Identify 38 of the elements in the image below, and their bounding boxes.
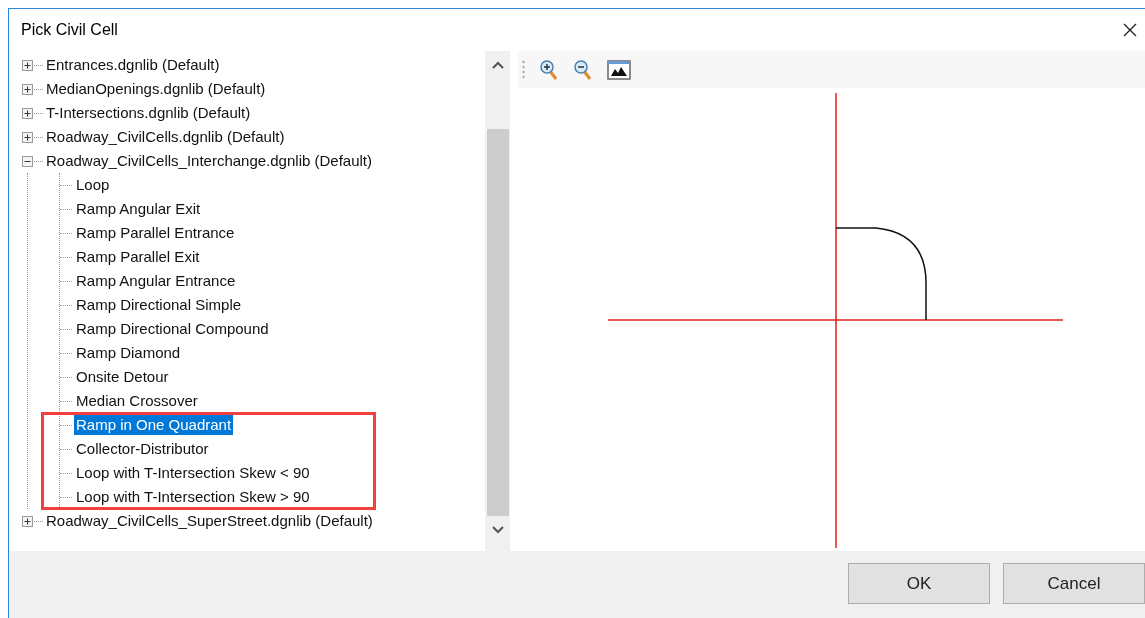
tree-item[interactable]: Roadway_CivilCells_Interchange.dgnlib (Default): [44, 151, 374, 171]
collapse-icon[interactable]: [22, 155, 33, 167]
tree-item[interactable]: T-Intersections.dgnlib (Default): [44, 103, 253, 123]
tree-item[interactable]: Loop with T-Intersection Skew < 90: [74, 463, 312, 483]
tree-item[interactable]: Onsite Detour: [74, 367, 171, 387]
scroll-up-icon[interactable]: [491, 61, 504, 69]
fit-view-icon[interactable]: [607, 59, 631, 80]
tree-item[interactable]: MedianOpenings.dgnlib (Default): [44, 79, 268, 99]
zoom-out-icon[interactable]: [573, 58, 593, 81]
tree-item[interactable]: Ramp Angular Entrance: [74, 271, 238, 291]
close-icon[interactable]: [1123, 23, 1137, 37]
tree-item[interactable]: Ramp Parallel Exit: [74, 247, 202, 267]
tree-item[interactable]: Ramp Diamond: [74, 343, 183, 363]
tree-item[interactable]: Loop: [74, 175, 112, 195]
ok-button[interactable]: OK: [848, 563, 990, 604]
expand-icon[interactable]: [22, 83, 33, 95]
expand-icon[interactable]: [22, 131, 33, 143]
expand-icon[interactable]: [22, 515, 33, 527]
expand-icon[interactable]: [22, 107, 33, 119]
tree-item[interactable]: Loop with T-Intersection Skew > 90: [74, 487, 312, 507]
tree-item[interactable]: Entrances.dgnlib (Default): [44, 55, 222, 75]
scroll-down-icon[interactable]: [491, 526, 504, 534]
tree-item[interactable]: Ramp Directional Compound: [74, 319, 271, 339]
scrollbar-thumb[interactable]: [486, 129, 509, 516]
grip-icon: [522, 59, 525, 80]
zoom-in-icon[interactable]: [539, 58, 559, 81]
tree-item[interactable]: Median Crossover: [74, 391, 200, 411]
tree-item[interactable]: Roadway_CivilCells.dgnlib (Default): [44, 127, 287, 147]
expand-icon[interactable]: [22, 59, 33, 71]
tree-item[interactable]: Ramp Angular Exit: [74, 199, 203, 219]
tree-item[interactable]: Collector-Distributor: [74, 439, 211, 459]
cancel-button[interactable]: Cancel: [1003, 563, 1145, 604]
tree-item[interactable]: Ramp in One Quadrant: [74, 415, 234, 435]
tree-item[interactable]: Ramp Parallel Entrance: [74, 223, 237, 243]
tree-item[interactable]: Roadway_CivilCells_SuperStreet.dgnlib (Default): [44, 511, 375, 531]
tree-item[interactable]: Ramp Directional Simple: [74, 295, 244, 315]
window-title: Pick Civil Cell: [21, 20, 118, 40]
scrollbar[interactable]: [485, 51, 510, 551]
